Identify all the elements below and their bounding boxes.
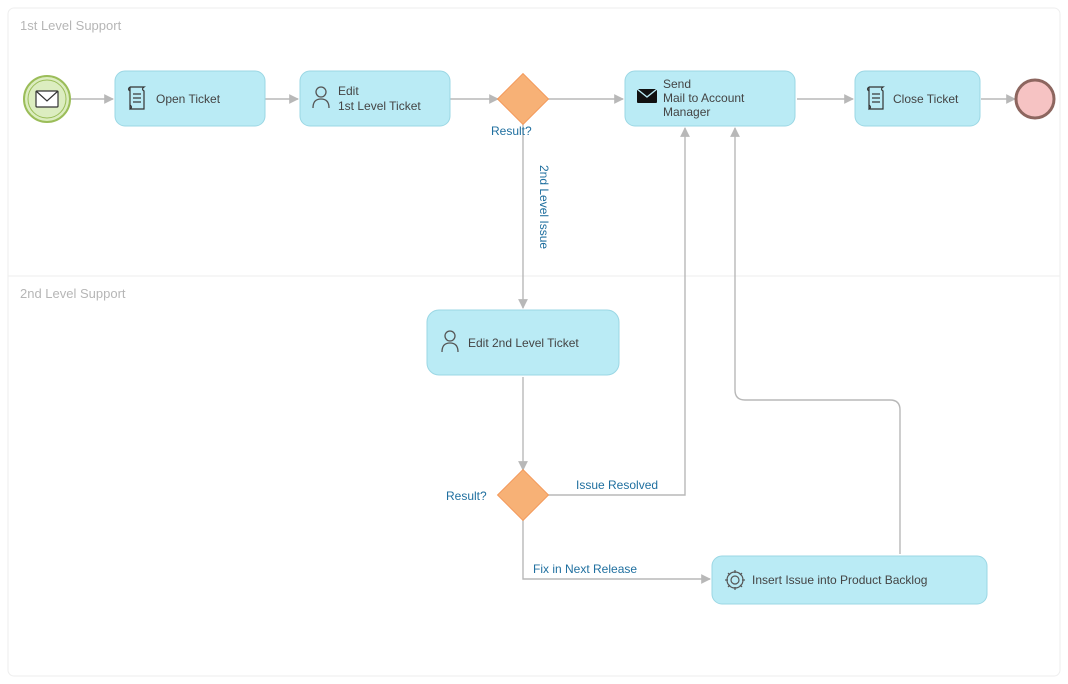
edit2-label: Edit 2nd Level Ticket (468, 336, 579, 350)
lane2-label: 2nd Level Support (20, 286, 126, 301)
open-ticket-label: Open Ticket (156, 92, 221, 106)
send-label-2: Mail to Account (663, 91, 745, 105)
edit-2nd-level-task[interactable]: Edit 2nd Level Ticket (427, 310, 619, 375)
insert-backlog-task[interactable]: Insert Issue into Product Backlog (712, 556, 987, 604)
send-label-3: Manager (663, 105, 710, 119)
flow-label-fix-next: Fix in Next Release (533, 562, 637, 576)
close-ticket-task[interactable]: Close Ticket (855, 71, 980, 126)
flow-label-2nd-level: 2nd Level Issue (537, 165, 551, 249)
send-mail-task[interactable]: Send Mail to Account Manager (625, 71, 795, 126)
send-label-1: Send (663, 77, 691, 91)
gateway2-label: Result? (446, 489, 487, 503)
edit-1st-level-task[interactable]: Edit 1st Level Ticket (300, 71, 450, 126)
gateway1-label: Result? (491, 124, 532, 138)
lane1-label: 1st Level Support (20, 18, 122, 33)
end-event[interactable] (1016, 80, 1054, 118)
edit1-label-line1: Edit (338, 84, 359, 98)
flow-label-resolved: Issue Resolved (576, 478, 658, 492)
edit1-label-line2: 1st Level Ticket (338, 99, 421, 113)
insert-backlog-label: Insert Issue into Product Backlog (752, 573, 927, 587)
start-event[interactable] (24, 76, 70, 122)
open-ticket-task[interactable]: Open Ticket (115, 71, 265, 126)
bpmn-diagram: 1st Level Support 2nd Level Support 2nd … (0, 0, 1068, 684)
close-ticket-label: Close Ticket (893, 92, 959, 106)
filled-envelope-icon (637, 89, 657, 103)
